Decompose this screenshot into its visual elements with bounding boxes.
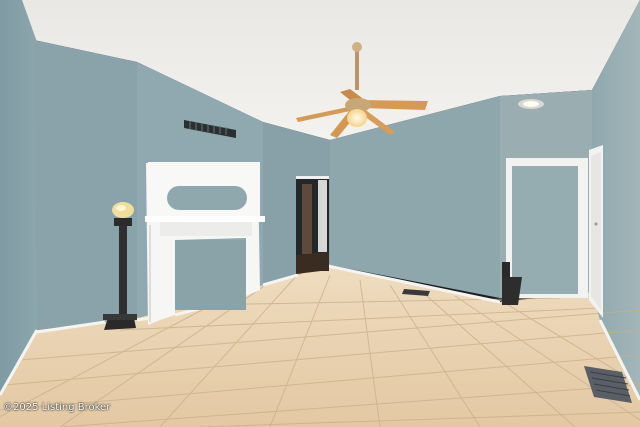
room-illustration xyxy=(0,0,640,427)
side-door xyxy=(589,145,603,318)
right-doorway xyxy=(502,158,588,305)
room-photo: ©2025 Listing Broker xyxy=(0,0,640,427)
fireplace-opening xyxy=(175,240,246,310)
recessed-light xyxy=(518,99,544,109)
left-side-wall xyxy=(0,0,37,395)
mantel-oval-recess xyxy=(167,186,247,210)
hallway-doorway xyxy=(296,176,329,274)
mantel-shelf xyxy=(145,216,265,222)
photo-watermark: ©2025 Listing Broker xyxy=(3,402,111,413)
